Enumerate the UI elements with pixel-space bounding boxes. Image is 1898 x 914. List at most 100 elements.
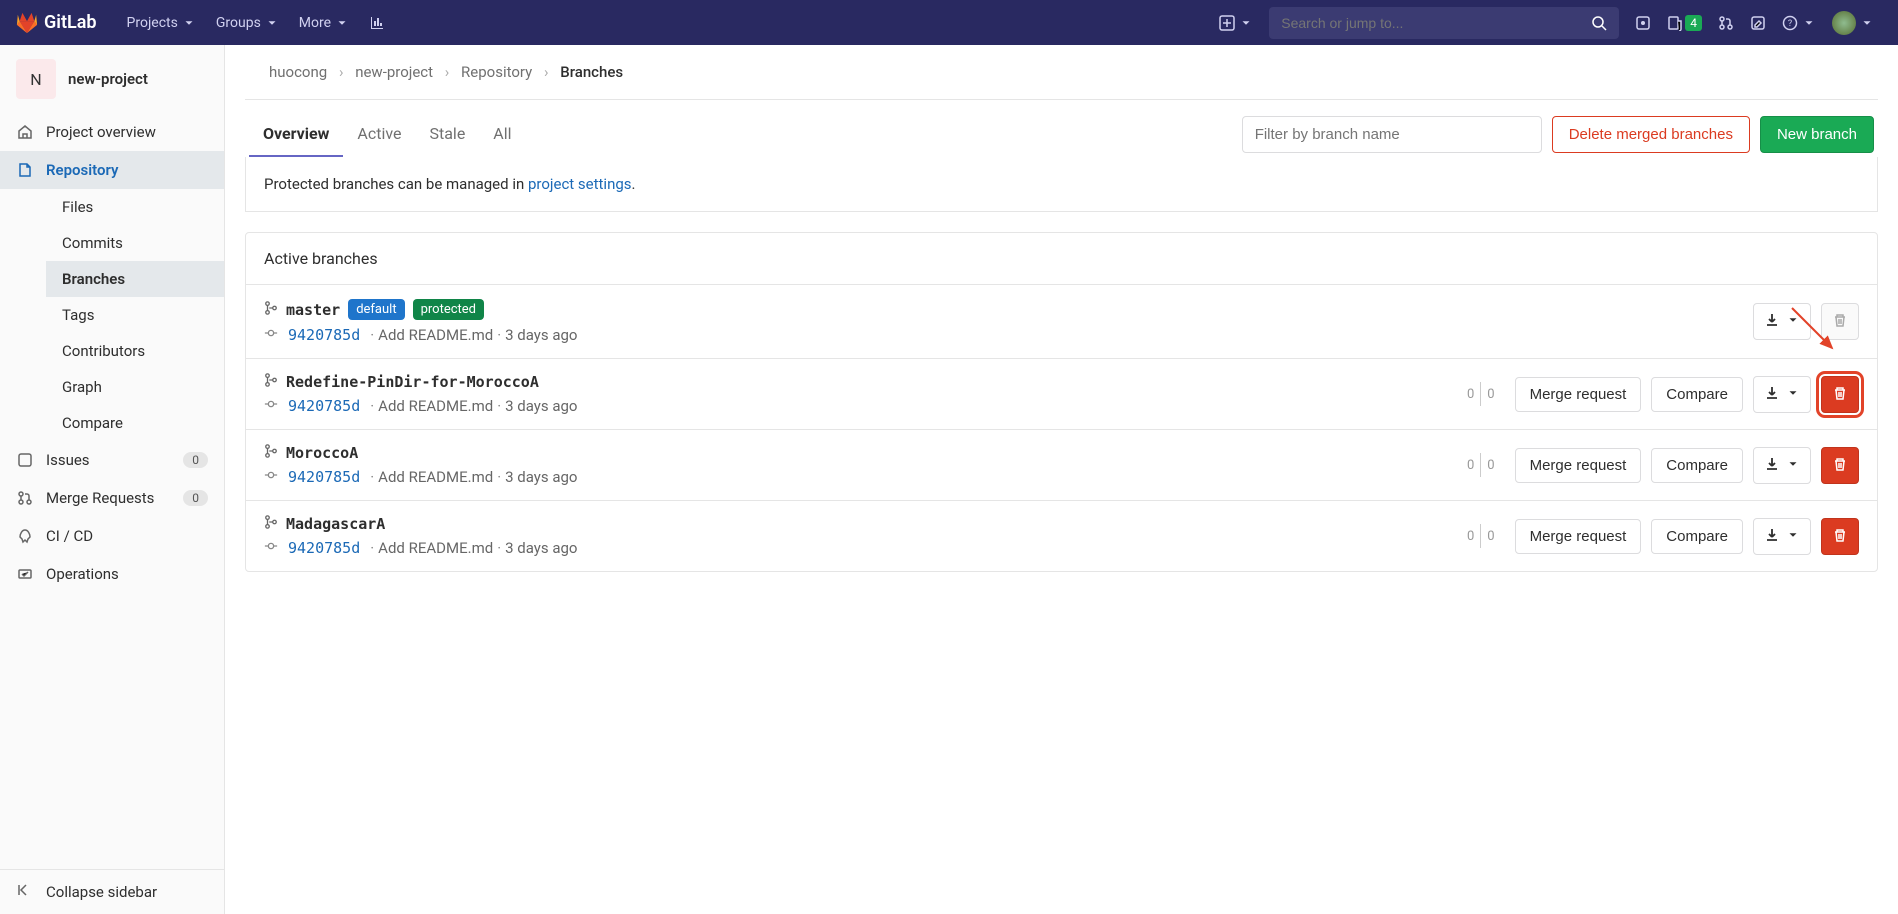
sidebar-item-label: Merge Requests: [46, 489, 154, 507]
branch-icon: [264, 444, 278, 462]
tab-overview[interactable]: Overview: [249, 112, 343, 157]
commit-sha[interactable]: 9420785d: [288, 539, 360, 557]
commit-icon: [264, 397, 278, 415]
crumb-current: Branches: [560, 63, 623, 81]
breadcrumb-separator: ›: [339, 63, 344, 81]
branch-row: MoroccoA 9420785d · Add README.md · 3 da…: [246, 430, 1877, 501]
commit-message[interactable]: Add README.md: [378, 539, 493, 557]
sidebar-sub-commits[interactable]: Commits: [46, 225, 224, 261]
commit-time: 3 days ago: [505, 397, 577, 415]
plus-square-icon: [1219, 15, 1235, 31]
sidebar-item-label: Operations: [46, 565, 119, 583]
behind-count: 0: [1467, 529, 1474, 544]
download-button[interactable]: [1753, 518, 1811, 555]
merge-request-button[interactable]: Merge request: [1515, 519, 1642, 554]
mr-count: 0: [183, 490, 208, 506]
todo-icon: [1667, 15, 1683, 31]
trash-icon: [1832, 389, 1848, 404]
nav-review[interactable]: [1742, 7, 1774, 39]
nav-todos[interactable]: 4: [1659, 7, 1710, 39]
new-branch-button[interactable]: New branch: [1760, 116, 1874, 153]
download-button[interactable]: [1753, 376, 1811, 413]
sidebar-sub-contributors[interactable]: Contributors: [46, 333, 224, 369]
merge-request-button[interactable]: Merge request: [1515, 448, 1642, 483]
breadcrumb: huocong › new-project › Repository › Bra…: [245, 45, 1878, 100]
nav-plus[interactable]: [1211, 7, 1261, 39]
search-box[interactable]: [1269, 7, 1619, 39]
sidebar-project-header[interactable]: N new-project: [0, 45, 224, 113]
sidebar-item-issues[interactable]: Issues 0: [0, 441, 224, 479]
sidebar-item-cicd[interactable]: CI / CD: [0, 517, 224, 555]
trash-icon: [1832, 312, 1848, 331]
tab-stale[interactable]: Stale: [415, 112, 479, 157]
delete-branch-button[interactable]: [1821, 376, 1859, 413]
issues-icon: [17, 452, 33, 468]
nav-groups[interactable]: Groups: [206, 5, 289, 41]
top-navbar: GitLab Projects Groups More 4 ?: [0, 0, 1898, 45]
sidebar-collapse[interactable]: Collapse sidebar: [0, 869, 224, 914]
sidebar-sub-tags[interactable]: Tags: [46, 297, 224, 333]
search-input[interactable]: [1281, 15, 1591, 31]
download-button[interactable]: [1753, 447, 1811, 484]
commit-sha[interactable]: 9420785d: [288, 397, 360, 415]
sidebar-item-overview[interactable]: Project overview: [0, 113, 224, 151]
nav-groups-label: Groups: [216, 15, 261, 31]
commit-sha[interactable]: 9420785d: [288, 326, 360, 344]
chevron-down-icon: [182, 16, 196, 30]
protected-branches-info: Protected branches can be managed in pro…: [245, 157, 1878, 212]
sidebar-sub-files[interactable]: Files: [46, 189, 224, 225]
commit-message[interactable]: Add README.md: [378, 397, 493, 415]
commit-sha[interactable]: 9420785d: [288, 468, 360, 486]
crumb-project[interactable]: new-project: [355, 63, 433, 81]
nav-help[interactable]: ?: [1774, 7, 1824, 39]
project-settings-link[interactable]: project settings: [528, 175, 632, 193]
compare-button[interactable]: Compare: [1651, 519, 1743, 554]
branch-name[interactable]: MoroccoA: [286, 444, 358, 462]
branch-actions: Merge request Compare: [1515, 447, 1859, 484]
issues-count: 0: [183, 452, 208, 468]
sidebar-item-repository[interactable]: Repository: [0, 151, 224, 189]
crumb-user[interactable]: huocong: [269, 63, 327, 81]
sidebar-sub-compare[interactable]: Compare: [46, 405, 224, 441]
merge-request-button[interactable]: Merge request: [1515, 377, 1642, 412]
tab-all[interactable]: All: [479, 112, 525, 157]
commit-icon: [264, 539, 278, 557]
brand[interactable]: GitLab: [16, 12, 97, 34]
download-button[interactable]: [1753, 303, 1811, 340]
nav-issues-shortcut[interactable]: [1627, 7, 1659, 39]
nav-more[interactable]: More: [289, 5, 359, 41]
branch-name[interactable]: master: [286, 301, 340, 319]
crumb-repository[interactable]: Repository: [461, 63, 532, 81]
nav-projects[interactable]: Projects: [117, 5, 206, 41]
trash-icon: [1832, 460, 1848, 475]
delete-branch-button-disabled: [1821, 303, 1859, 340]
delete-merged-button[interactable]: Delete merged branches: [1552, 116, 1750, 153]
tab-active[interactable]: Active: [343, 112, 415, 157]
branch-actions: Merge request Compare: [1515, 518, 1859, 555]
branch-icon: [264, 373, 278, 391]
tabs: Overview Active Stale All: [249, 112, 526, 157]
delete-branch-button[interactable]: [1821, 518, 1859, 555]
nav-user-menu[interactable]: [1824, 3, 1882, 43]
operations-icon: [17, 566, 33, 582]
sidebar-item-operations[interactable]: Operations: [0, 555, 224, 593]
nav-mr-shortcut[interactable]: [1710, 7, 1742, 39]
compare-button[interactable]: Compare: [1651, 448, 1743, 483]
divergence-graph: 00: [1467, 524, 1495, 548]
sidebar-sub-branches[interactable]: Branches: [46, 261, 224, 297]
todo-count: 4: [1685, 15, 1702, 31]
user-avatar: [1832, 11, 1856, 35]
branch-name[interactable]: Redefine-PinDir-for-MoroccoA: [286, 373, 539, 391]
merge-request-icon: [1718, 15, 1734, 31]
sidebar-item-merge-requests[interactable]: Merge Requests 0: [0, 479, 224, 517]
commit-message[interactable]: Add README.md: [378, 468, 493, 486]
branch-name[interactable]: MadagascarA: [286, 515, 385, 533]
sidebar-sub-graph[interactable]: Graph: [46, 369, 224, 405]
commit-message[interactable]: Add README.md: [378, 326, 493, 344]
filter-branch-input[interactable]: [1242, 116, 1542, 153]
delete-branch-button[interactable]: [1821, 447, 1859, 484]
compare-button[interactable]: Compare: [1651, 377, 1743, 412]
download-icon: [1764, 527, 1780, 546]
branch-row: Redefine-PinDir-for-MoroccoA 9420785d · …: [246, 359, 1877, 430]
nav-activity[interactable]: [359, 5, 395, 41]
